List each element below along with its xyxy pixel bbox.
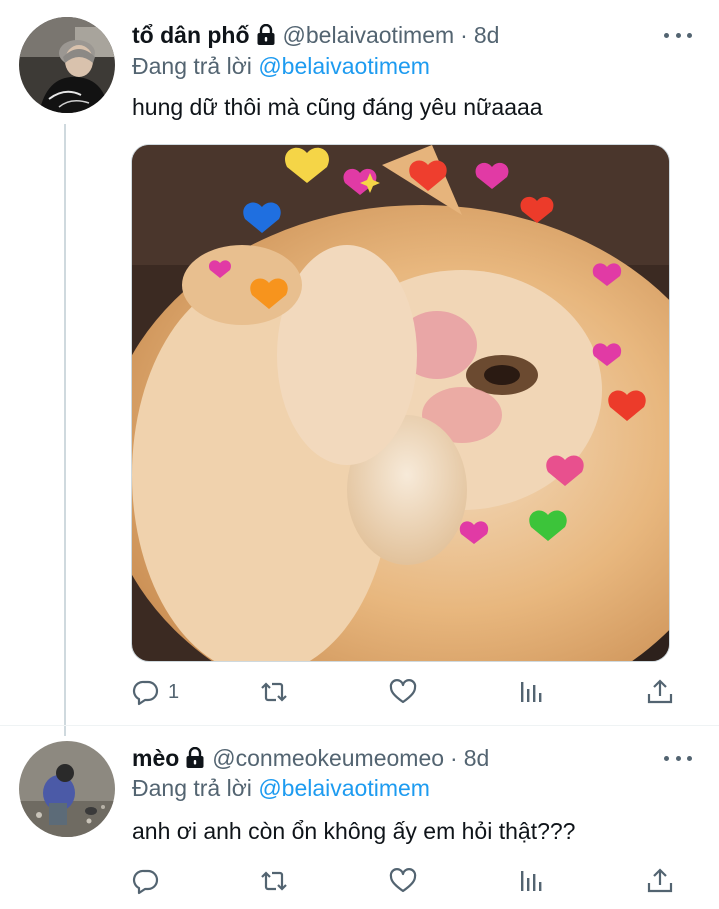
display-name[interactable]: mèo — [132, 745, 179, 772]
tweet-actions — [132, 866, 677, 896]
reply-icon — [132, 680, 159, 706]
tweet-actions: 1 — [132, 677, 677, 707]
display-name[interactable]: tổ dân phố — [132, 22, 250, 49]
heart-outline-icon — [389, 868, 417, 893]
share-icon — [647, 679, 673, 704]
views-button[interactable] — [518, 866, 546, 896]
reply-button[interactable] — [132, 866, 168, 896]
tweet[interactable]: tổ dân phố @belaivaotimem · 8d Đang trả … — [0, 0, 719, 725]
retweet-icon — [261, 682, 287, 702]
like-button[interactable] — [389, 677, 417, 707]
retweet-icon — [261, 871, 287, 891]
replying-to-link[interactable]: @belaivaotimem — [258, 53, 430, 79]
replying-to-label: Đang trả lời — [132, 775, 252, 801]
lock-icon — [256, 23, 276, 46]
avatar[interactable] — [19, 17, 115, 113]
user-handle[interactable]: @conmeokeumeomeo — [212, 745, 444, 772]
reply-count: 1 — [168, 680, 180, 703]
more-options-icon[interactable] — [664, 30, 692, 40]
bar-chart-icon — [521, 871, 542, 891]
lock-icon — [185, 746, 205, 769]
replying-to-link[interactable]: @belaivaotimem — [258, 775, 430, 801]
bar-chart-icon — [521, 682, 542, 702]
tweet[interactable]: mèo @conmeokeumeomeo · 8d Đang trả lời @… — [0, 726, 719, 909]
timestamp[interactable]: 8d — [464, 745, 490, 772]
tweet-header: mèo @conmeokeumeomeo · 8d — [132, 743, 489, 773]
views-button[interactable] — [518, 677, 546, 707]
tweet-media-image[interactable] — [131, 144, 670, 662]
separator-dot: · — [450, 744, 458, 771]
tweet-header: tổ dân phố @belaivaotimem · 8d — [132, 20, 499, 50]
timestamp[interactable]: 8d — [474, 22, 500, 49]
reply-button[interactable]: 1 — [132, 677, 179, 707]
reply-icon — [132, 869, 159, 895]
tweet-text: anh ơi anh còn ổn không ấy em hỏi thật??… — [132, 818, 576, 844]
avatar[interactable] — [19, 741, 115, 837]
tweet-text: hung dữ thôi mà cũng đáng yêu nữaaaa — [132, 94, 543, 120]
retweet-button[interactable] — [260, 866, 288, 896]
replying-to: Đang trả lời @belaivaotimem — [132, 53, 430, 80]
like-button[interactable] — [389, 866, 417, 896]
share-button[interactable] — [646, 677, 674, 707]
replying-to-label: Đang trả lời — [132, 53, 252, 79]
more-options-icon[interactable] — [664, 753, 692, 763]
share-icon — [647, 868, 673, 893]
separator-dot: · — [460, 21, 468, 48]
share-button[interactable] — [646, 866, 674, 896]
replying-to: Đang trả lời @belaivaotimem — [132, 775, 430, 802]
retweet-button[interactable] — [260, 677, 288, 707]
user-handle[interactable]: @belaivaotimem — [283, 22, 455, 49]
heart-outline-icon — [389, 679, 417, 704]
